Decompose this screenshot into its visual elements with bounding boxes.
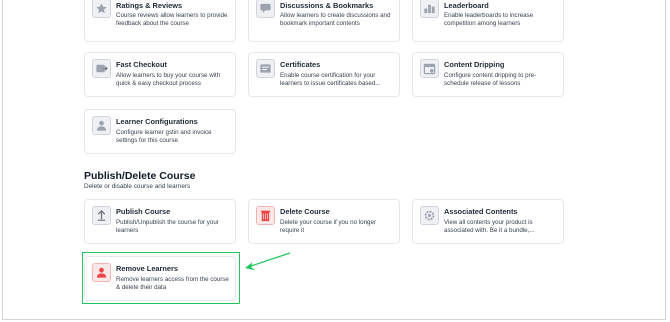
delete-course-card[interactable]: Delete Course Delete your course if you … <box>248 199 400 244</box>
trash-icon <box>256 206 275 225</box>
star-icon <box>92 0 111 18</box>
card-title: Delete Course <box>280 207 330 216</box>
section-title: Publish/Delete Course <box>84 170 196 182</box>
card-title: Associated Contents <box>444 207 518 216</box>
ratings-reviews-card[interactable]: Ratings & Reviews Course reviews allow l… <box>84 0 236 42</box>
discussion-icon <box>256 0 275 18</box>
card-title: Certificates <box>280 60 321 69</box>
card-description: Course reviews allow learners to provide… <box>116 12 228 28</box>
discussions-bookmarks-card[interactable]: Discussions & Bookmarks Allow learners t… <box>248 0 400 42</box>
gear-icon <box>420 206 439 225</box>
card-description: Enable course certification for your lea… <box>280 72 381 88</box>
checkout-icon <box>92 59 111 78</box>
card-description: Enable leaderboards to increase competit… <box>444 12 534 28</box>
certificates-card[interactable]: Certificates Enable course certification… <box>248 52 400 97</box>
associated-contents-card[interactable]: Associated Contents View all contents yo… <box>412 199 564 244</box>
card-title: Learner Configurations <box>116 117 198 126</box>
learner-configurations-card[interactable]: Learner Configurations Configure learner… <box>84 109 236 154</box>
card-description: Allow learners to buy your course with q… <box>116 72 221 88</box>
card-title: Leaderboard <box>444 1 489 10</box>
section-subtitle: Delete or disable course and learners <box>84 183 191 190</box>
card-description: Configure learner gstin and invoice sett… <box>116 129 212 145</box>
card-title: Ratings & Reviews <box>116 1 183 10</box>
calendar-icon <box>420 59 439 78</box>
publish-course-card[interactable]: Publish Course Publish/Unpublish the cou… <box>84 199 236 244</box>
content-dripping-card[interactable]: Content Dripping Configure content dripp… <box>412 52 564 97</box>
highlight-box <box>82 252 240 304</box>
card-title: Content Dripping <box>444 60 505 69</box>
card-title: Discussions & Bookmarks <box>280 1 374 10</box>
leaderboard-icon <box>420 0 439 18</box>
card-description: View all contents your product is associ… <box>444 219 535 235</box>
upload-icon <box>92 206 111 225</box>
fast-checkout-card[interactable]: Fast Checkout Allow learners to buy your… <box>84 52 236 97</box>
card-title: Fast Checkout <box>116 60 167 69</box>
card-description: Publish/Unpublish the course for your le… <box>116 219 219 235</box>
learner-icon <box>92 116 111 135</box>
card-description: Delete your course if you no longer requ… <box>280 219 376 235</box>
card-description: Allow learners to create discussions and… <box>280 12 391 28</box>
card-title: Publish Course <box>116 207 171 216</box>
certificate-icon <box>256 59 275 78</box>
leaderboard-card[interactable]: Leaderboard Enable leaderboards to incre… <box>412 0 564 42</box>
card-description: Configure content dripping to pre-schedu… <box>444 72 537 88</box>
